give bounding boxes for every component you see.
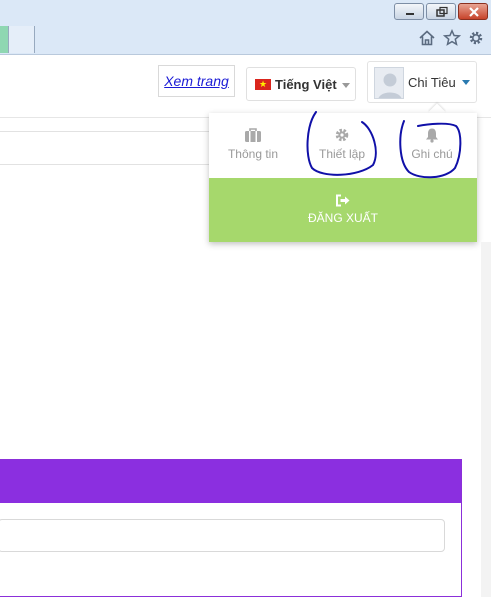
chevron-down-icon xyxy=(462,80,470,85)
view-site-link[interactable]: Xem trang xyxy=(158,65,235,97)
content-panel xyxy=(0,459,462,597)
menu-item-profile[interactable]: Thông tin xyxy=(218,125,288,175)
browser-chrome xyxy=(0,0,491,55)
close-window-button[interactable] xyxy=(458,3,488,20)
restore-button[interactable] xyxy=(426,3,456,20)
home-icon[interactable] xyxy=(418,29,436,47)
gear-icon xyxy=(335,128,349,142)
language-selector[interactable]: ★ Tiếng Việt xyxy=(246,67,356,101)
chevron-down-icon xyxy=(342,83,350,88)
divider xyxy=(0,131,215,132)
panel-header xyxy=(0,460,461,503)
bell-icon xyxy=(426,128,438,143)
browser-tab[interactable] xyxy=(0,26,9,53)
briefcase-icon xyxy=(245,128,261,142)
vietnam-flag-icon: ★ xyxy=(255,79,271,90)
scrollbar-track xyxy=(481,242,491,597)
panel-input-field[interactable] xyxy=(0,519,445,552)
minimize-icon xyxy=(406,13,414,15)
user-menu-button[interactable]: Chi Tiêu xyxy=(367,61,477,103)
star-icon[interactable] xyxy=(443,29,461,47)
logout-button[interactable]: ĐĂNG XUẤT xyxy=(209,178,477,242)
logout-label: ĐĂNG XUẤT xyxy=(307,211,378,225)
minimize-button[interactable] xyxy=(394,3,424,20)
user-dropdown-menu: Thông tin Thiết lập Ghi chú ĐĂNG XUẤT xyxy=(209,113,477,242)
sign-out-icon xyxy=(336,194,350,207)
menu-item-label: Thông tin xyxy=(227,147,279,161)
restore-icon xyxy=(436,6,448,17)
close-icon xyxy=(469,7,479,17)
menu-item-label: Ghi chú xyxy=(411,147,453,161)
user-name: Chi Tiêu xyxy=(408,75,456,90)
browser-tab[interactable] xyxy=(9,26,35,53)
menu-item-settings[interactable]: Thiết lập xyxy=(307,125,377,175)
menu-item-label: Thiết lập xyxy=(318,147,366,161)
avatar xyxy=(374,67,404,99)
gear-icon[interactable] xyxy=(467,29,485,47)
divider xyxy=(0,164,215,165)
language-label: Tiếng Việt xyxy=(275,77,337,92)
menu-item-notes[interactable]: Ghi chú xyxy=(397,125,467,175)
